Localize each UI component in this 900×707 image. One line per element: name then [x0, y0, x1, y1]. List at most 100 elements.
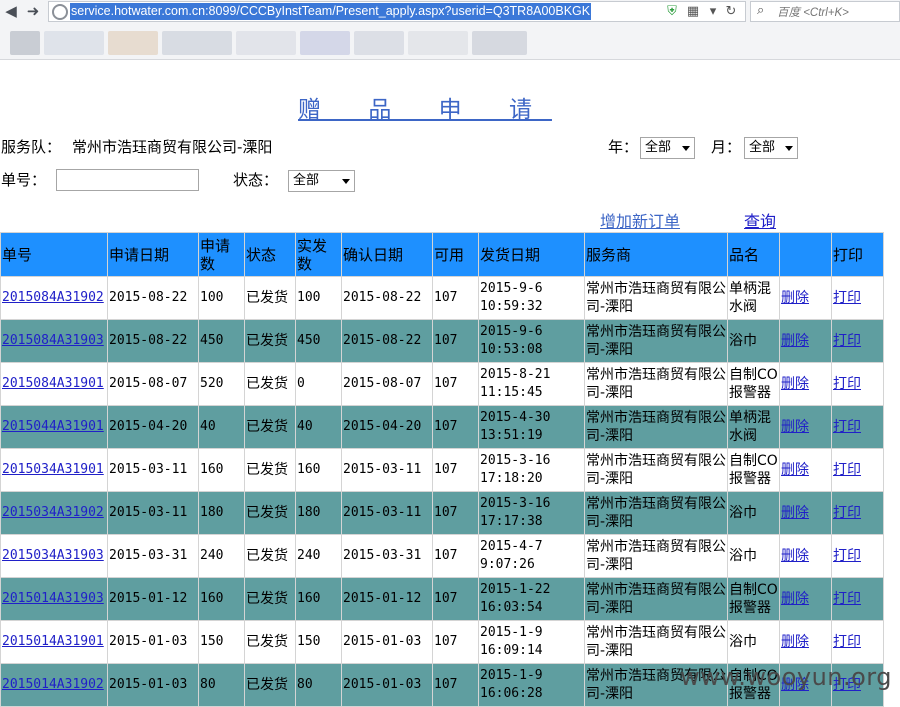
cell-provider: 常州市浩珏商贸有限公司-溧阳: [584, 319, 728, 363]
delete-link[interactable]: 删除: [781, 333, 809, 349]
cell-confirm-date: 2015-03-31: [341, 534, 433, 578]
print-link[interactable]: 打印: [833, 548, 861, 564]
print-link[interactable]: 打印: [833, 333, 861, 349]
bookmark-blurred[interactable]: [108, 31, 158, 55]
url-text[interactable]: service.hotwater.com.cn:8099/CCCByInstTe…: [70, 3, 592, 20]
cell-confirm-date: 2015-01-12: [341, 577, 433, 621]
bookmark-blurred[interactable]: [472, 31, 527, 55]
bookmark-blurred[interactable]: [408, 31, 468, 55]
delete-link[interactable]: 删除: [781, 290, 809, 306]
order-no-link[interactable]: 2015084A31903: [2, 333, 104, 348]
cell-status: 已发货: [244, 362, 296, 406]
cell-product: 浴巾: [727, 319, 780, 363]
query-link[interactable]: 查询: [744, 208, 776, 232]
cell-apply-qty: 160: [198, 577, 245, 621]
cell-apply-date: 2015-08-07: [107, 362, 199, 406]
bookmark-blurred[interactable]: [236, 31, 296, 55]
delete-link[interactable]: 删除: [781, 548, 809, 564]
cell-sent-qty: 80: [295, 663, 342, 707]
bookmark-blurred[interactable]: [10, 31, 40, 55]
cell-confirm-date: 2015-08-07: [341, 362, 433, 406]
table-row: 2015034A31902 2015-03-11 180 已发货 180 2015-03-…: [0, 491, 884, 535]
delete-link[interactable]: 删除: [781, 376, 809, 392]
ship-time: 9:07:26: [480, 557, 535, 572]
cell-print: 打印: [831, 577, 884, 621]
cell-product: 自制CO报警器: [727, 577, 780, 621]
chevron-down-icon: [342, 179, 350, 184]
print-link[interactable]: 打印: [833, 591, 861, 607]
month-select[interactable]: 全部: [744, 137, 798, 159]
back-icon[interactable]: ◀: [0, 0, 22, 22]
print-link[interactable]: 打印: [833, 290, 861, 306]
delete-link[interactable]: 删除: [781, 634, 809, 650]
ship-time: 16:09:14: [480, 643, 543, 658]
order-no-input[interactable]: [56, 169, 199, 191]
cell-status: 已发货: [244, 620, 296, 664]
search-box[interactable]: ⌕ 百度 <Ctrl+K>: [750, 1, 900, 22]
present-apply-table: 单号 申请日期 申请数 状态 实发数 确认日期 可用 发货日期 服务商 品名 打…: [0, 232, 884, 707]
cell-apply-date: 2015-01-03: [107, 663, 199, 707]
cell-apply-date: 2015-08-22: [107, 276, 199, 320]
bookmark-blurred[interactable]: [162, 31, 232, 55]
delete-link[interactable]: 删除: [781, 462, 809, 478]
cell-status: 已发货: [244, 663, 296, 707]
qr-code-icon[interactable]: ▦: [685, 3, 701, 20]
bookmark-blurred[interactable]: [300, 31, 350, 55]
cell-status: 已发货: [244, 276, 296, 320]
ship-time: 17:17:38: [480, 514, 543, 529]
delete-link[interactable]: 删除: [781, 591, 809, 607]
forward-icon[interactable]: ➜: [22, 0, 44, 22]
print-link[interactable]: 打印: [833, 462, 861, 478]
ship-time: 10:59:32: [480, 299, 543, 314]
cell-print: 打印: [831, 319, 884, 363]
cell-status: 已发货: [244, 534, 296, 578]
print-link[interactable]: 打印: [833, 419, 861, 435]
cell-available: 107: [432, 534, 479, 578]
status-select[interactable]: 全部: [288, 170, 355, 192]
cell-order-no: 2015034A31902: [0, 491, 108, 535]
cell-apply-qty: 80: [198, 663, 245, 707]
refresh-icon[interactable]: ↻: [723, 3, 739, 20]
order-no-link[interactable]: 2015084A31901: [2, 376, 104, 391]
print-link[interactable]: 打印: [833, 505, 861, 521]
delete-link[interactable]: 删除: [781, 505, 809, 521]
cell-provider: 常州市浩珏商贸有限公司-溧阳: [584, 362, 728, 406]
ship-date: 2015-1-9: [480, 668, 543, 683]
year-select[interactable]: 全部: [640, 137, 695, 159]
order-no-link[interactable]: 2015034A31903: [2, 548, 104, 563]
address-bar[interactable]: service.hotwater.com.cn:8099/CCCByInstTe…: [48, 1, 746, 22]
ship-time: 11:15:45: [480, 385, 543, 400]
cell-product: 浴巾: [727, 491, 780, 535]
page-title: 赠 品 申 请: [298, 97, 552, 123]
print-link[interactable]: 打印: [833, 634, 861, 650]
col-header-ship-date: 发货日期: [478, 232, 585, 277]
order-no-link[interactable]: 2015044A31901: [2, 419, 104, 434]
dropdown-arrow-icon[interactable]: ▾: [705, 3, 721, 20]
ship-date: 2015-4-7: [480, 539, 543, 554]
cell-sent-qty: 160: [295, 577, 342, 621]
status-select-value: 全部: [293, 173, 320, 188]
cell-apply-qty: 520: [198, 362, 245, 406]
order-no-label: 单号：: [1, 171, 47, 189]
service-team-value: 常州市浩珏商贸有限公司-溧阳: [72, 138, 273, 156]
ship-date: 2015-1-9: [480, 625, 543, 640]
order-no-link[interactable]: 2015034A31901: [2, 462, 104, 477]
add-order-link[interactable]: 增加新订单: [600, 208, 680, 232]
delete-link[interactable]: 删除: [781, 419, 809, 435]
order-no-link[interactable]: 2015084A31902: [2, 290, 104, 305]
cell-confirm-date: 2015-04-20: [341, 405, 433, 449]
order-no-link[interactable]: 2015014A31902: [2, 677, 104, 692]
order-no-link[interactable]: 2015034A31902: [2, 505, 104, 520]
ship-time: 13:51:19: [480, 428, 543, 443]
ship-date: 2015-9-6: [480, 324, 543, 339]
month-select-value: 全部: [749, 140, 776, 155]
bookmark-blurred[interactable]: [354, 31, 404, 55]
table-row: 2015014A31903 2015-01-12 160 已发货 160 2015-01-…: [0, 577, 884, 621]
cell-delete: 删除: [779, 491, 832, 535]
cell-print: 打印: [831, 276, 884, 320]
print-link[interactable]: 打印: [833, 376, 861, 392]
bookmark-blurred[interactable]: [44, 31, 104, 55]
order-no-link[interactable]: 2015014A31901: [2, 634, 104, 649]
shield-icon[interactable]: ⛨: [664, 3, 680, 20]
order-no-link[interactable]: 2015014A31903: [2, 591, 104, 606]
